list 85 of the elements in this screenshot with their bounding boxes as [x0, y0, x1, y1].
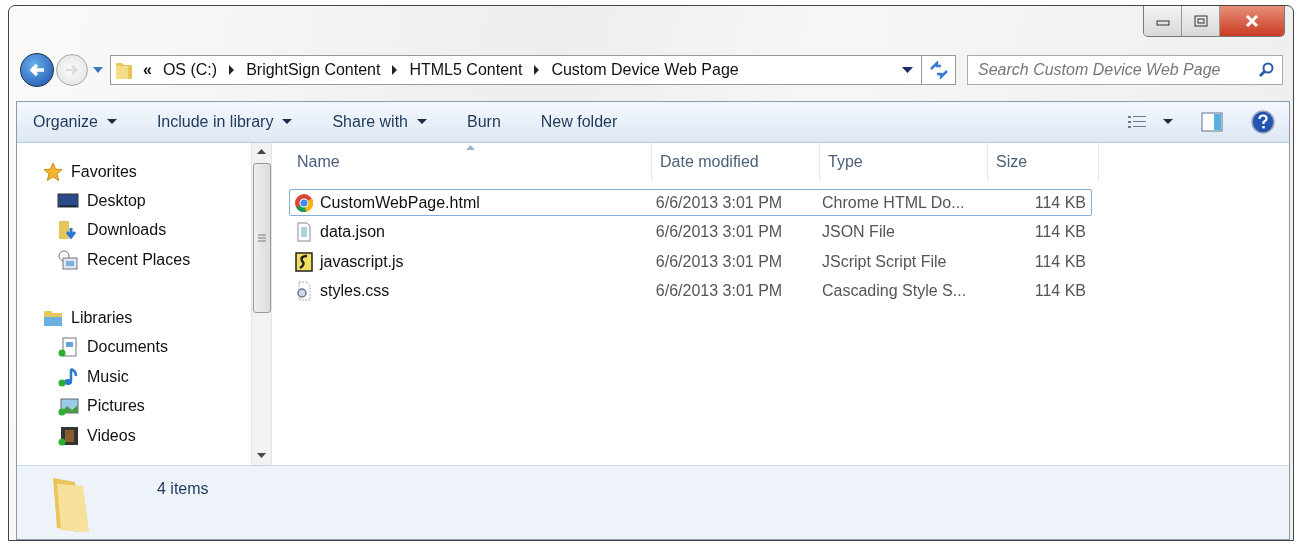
- table-cell-text: 6/6/2013 3:01 PM: [654, 222, 784, 242]
- minimize-button[interactable]: [1144, 6, 1182, 36]
- column-header[interactable]: Size: [988, 143, 1099, 181]
- file-name: CustomWebPage.html: [320, 193, 480, 212]
- table-cell-text: 114 KB: [1033, 281, 1087, 301]
- nav-item[interactable]: Desktop: [17, 186, 251, 216]
- file-name: javascript.js: [320, 252, 404, 271]
- music-note-icon: [57, 366, 79, 387]
- table-cell-text: 6/6/2013 3:01 PM: [654, 251, 784, 272]
- search-field[interactable]: Search Custom Device Web Page: [967, 55, 1283, 85]
- help-icon[interactable]: [1251, 110, 1275, 134]
- refresh-icon: [928, 61, 949, 79]
- document-icon: [57, 337, 79, 358]
- toolbar-button[interactable]: New folder: [540, 113, 618, 131]
- browser-logo-icon: [294, 192, 314, 213]
- view-list-icon[interactable]: [1127, 114, 1147, 130]
- breadcrumb[interactable]: HTML5 Content: [409, 61, 523, 79]
- caret-icon: [106, 119, 117, 125]
- chevron-icon[interactable]: [391, 65, 399, 75]
- table-cell-text: Cascading Style S...: [821, 281, 968, 301]
- table-cell-text: 114 KB: [1033, 192, 1087, 213]
- item-count: 4 items: [157, 480, 209, 498]
- table-cell-text: 6/6/2013 3:01 PM: [654, 281, 784, 301]
- search-icon: [1258, 62, 1274, 78]
- recent-places-icon: [57, 249, 79, 270]
- toolbar-button[interactable]: Organize: [33, 113, 117, 131]
- toolbar-button[interactable]: Share with: [332, 113, 427, 131]
- settings-file-icon: [294, 281, 314, 301]
- breadcrumb[interactable]: OS (C:): [162, 61, 218, 79]
- maximize-button[interactable]: [1182, 6, 1220, 36]
- close-button[interactable]: [1220, 6, 1284, 36]
- nav-item[interactable]: Recent Places: [17, 245, 251, 275]
- nav-item[interactable]: Downloads: [17, 215, 251, 245]
- table-cell-text: JSON File: [821, 222, 896, 242]
- dropdown-caret-icon[interactable]: [902, 66, 913, 74]
- breadcrumb[interactable]: BrightSign Content: [246, 61, 381, 79]
- nav-item[interactable]: Music: [17, 362, 251, 392]
- caret-icon: [417, 119, 427, 125]
- close-icon: [1244, 14, 1260, 28]
- toolbar-button[interactable]: Burn: [467, 113, 501, 131]
- star-icon: [43, 161, 63, 182]
- view-caret-icon[interactable]: [1163, 119, 1173, 125]
- picture-icon: [57, 396, 79, 417]
- download-folder-icon: [57, 220, 79, 241]
- file-row[interactable]: styles.css 6/6/2013 3:01 PM Cascading Style S... 114 KB: [289, 277, 1092, 305]
- sort-arrow-icon: [466, 145, 475, 150]
- script-icon: [294, 251, 314, 272]
- scrollbar[interactable]: [251, 143, 271, 465]
- monitor-icon: [57, 191, 79, 210]
- nav-group[interactable]: Libraries: [17, 303, 251, 333]
- nav-item[interactable]: Pictures: [17, 391, 251, 421]
- back-button[interactable]: [20, 53, 54, 87]
- scroll-down-icon[interactable]: [257, 453, 266, 459]
- nav-item[interactable]: Documents: [17, 332, 251, 362]
- caret-icon: [282, 119, 293, 125]
- file-name: styles.css: [320, 282, 390, 300]
- maximize-icon: [1192, 15, 1209, 27]
- refresh-button[interactable]: [922, 55, 956, 85]
- chevron-icon[interactable]: [533, 65, 541, 75]
- address-bar[interactable]: « OS (C:) BrightSign Content HTML5 Content Custom Device Web Page: [110, 55, 922, 85]
- history-caret-icon[interactable]: [92, 66, 104, 74]
- column-header[interactable]: Type: [820, 143, 988, 181]
- column-header[interactable]: Date modified: [652, 143, 820, 181]
- grip-icon: [257, 234, 266, 242]
- film-icon: [57, 425, 79, 446]
- table-cell-text: 114 KB: [1033, 251, 1087, 272]
- scroll-up-icon[interactable]: [257, 149, 266, 155]
- overflow-chevron[interactable]: «: [143, 61, 152, 79]
- nav-group[interactable]: Favorites: [17, 157, 251, 186]
- table-cell-text: JScript Script File: [821, 251, 948, 272]
- table-cell-text: 114 KB: [1033, 222, 1087, 242]
- document-icon: [294, 222, 314, 242]
- chevron-icon[interactable]: [228, 65, 236, 75]
- file-name: data.json: [320, 223, 385, 241]
- column-header[interactable]: Name: [289, 143, 652, 181]
- file-row[interactable]: data.json 6/6/2013 3:01 PM JSON File 114 KB: [289, 218, 1092, 246]
- breadcrumb[interactable]: Custom Device Web Page: [551, 61, 739, 79]
- table-cell-text: Chrome HTML Do...: [821, 192, 966, 213]
- nav-item[interactable]: Videos: [17, 421, 251, 451]
- table-cell-text: 6/6/2013 3:01 PM: [654, 192, 784, 213]
- toolbar-button[interactable]: Include in library: [156, 113, 293, 131]
- file-row[interactable]: javascript.js 6/6/2013 3:01 PM JScript Script File 114 KB: [289, 248, 1092, 275]
- folder-icon: [115, 60, 133, 80]
- library-folder-icon: [43, 309, 63, 327]
- file-row[interactable]: CustomWebPage.html 6/6/2013 3:01 PM Chrome HTML Do... 114 KB: [289, 189, 1092, 216]
